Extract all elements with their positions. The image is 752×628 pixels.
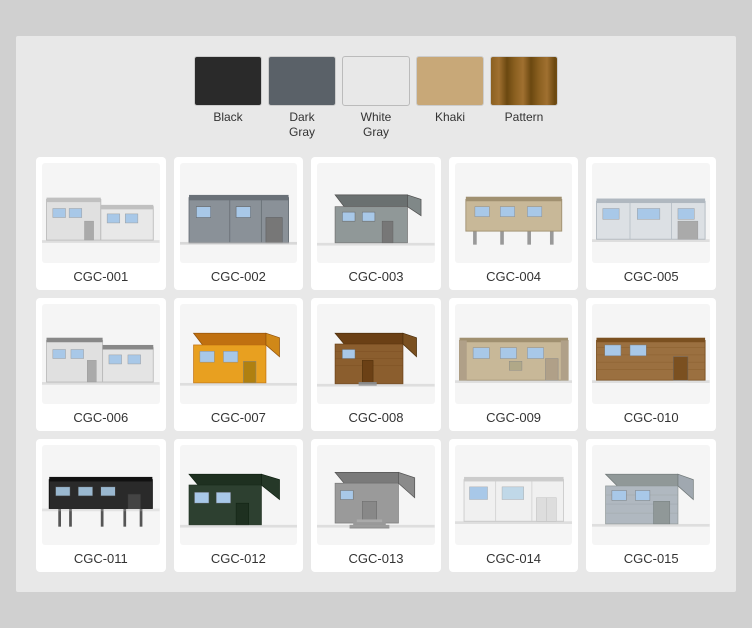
swatch-color-pattern — [490, 56, 558, 106]
product-label-cgc-010: CGC-010 — [624, 410, 679, 425]
product-label-cgc-004: CGC-004 — [486, 269, 541, 284]
product-card-cgc-010[interactable]: CGC-010 — [586, 298, 716, 431]
product-label-cgc-015: CGC-015 — [624, 551, 679, 566]
product-card-cgc-004[interactable]: CGC-004 — [449, 157, 579, 290]
color-swatches: Black DarkGray WhiteGray Khaki Pattern — [36, 56, 716, 139]
product-label-cgc-009: CGC-009 — [486, 410, 541, 425]
product-card-cgc-002[interactable]: CGC-002 — [174, 157, 304, 290]
product-image-cgc-005 — [592, 163, 710, 263]
product-card-cgc-015[interactable]: CGC-015 — [586, 439, 716, 572]
product-image-cgc-003 — [317, 163, 435, 263]
swatch-label-pattern: Pattern — [505, 110, 544, 124]
swatch-color-khaki — [416, 56, 484, 106]
swatch-black[interactable]: Black — [194, 56, 262, 139]
swatch-white-gray[interactable]: WhiteGray — [342, 56, 410, 139]
product-image-cgc-007 — [180, 304, 298, 404]
product-label-cgc-001: CGC-001 — [73, 269, 128, 284]
product-card-cgc-007[interactable]: CGC-007 — [174, 298, 304, 431]
product-card-cgc-009[interactable]: CGC-009 — [449, 298, 579, 431]
product-image-cgc-015 — [592, 445, 710, 545]
swatch-color-black — [194, 56, 262, 106]
product-image-cgc-009 — [455, 304, 573, 404]
main-container: Black DarkGray WhiteGray Khaki Pattern — [16, 36, 736, 592]
product-image-cgc-014 — [455, 445, 573, 545]
product-image-cgc-004 — [455, 163, 573, 263]
swatch-khaki[interactable]: Khaki — [416, 56, 484, 139]
product-image-cgc-012 — [180, 445, 298, 545]
product-label-cgc-007: CGC-007 — [211, 410, 266, 425]
product-label-cgc-008: CGC-008 — [349, 410, 404, 425]
product-image-cgc-001 — [42, 163, 160, 263]
product-image-cgc-006 — [42, 304, 160, 404]
product-label-cgc-005: CGC-005 — [624, 269, 679, 284]
product-label-cgc-014: CGC-014 — [486, 551, 541, 566]
product-image-cgc-008 — [317, 304, 435, 404]
product-label-cgc-012: CGC-012 — [211, 551, 266, 566]
swatch-label-dark-gray: DarkGray — [289, 110, 315, 139]
product-image-cgc-011 — [42, 445, 160, 545]
swatch-color-white-gray — [342, 56, 410, 106]
product-card-cgc-008[interactable]: CGC-008 — [311, 298, 441, 431]
swatch-label-white-gray: WhiteGray — [361, 110, 392, 139]
product-card-cgc-001[interactable]: CGC-001 — [36, 157, 166, 290]
product-card-cgc-011[interactable]: CGC-011 — [36, 439, 166, 572]
product-label-cgc-003: CGC-003 — [349, 269, 404, 284]
product-label-cgc-006: CGC-006 — [73, 410, 128, 425]
product-card-cgc-006[interactable]: CGC-006 — [36, 298, 166, 431]
swatch-label-khaki: Khaki — [435, 110, 465, 124]
swatch-dark-gray[interactable]: DarkGray — [268, 56, 336, 139]
product-card-cgc-005[interactable]: CGC-005 — [586, 157, 716, 290]
product-card-cgc-012[interactable]: CGC-012 — [174, 439, 304, 572]
product-image-cgc-002 — [180, 163, 298, 263]
product-label-cgc-013: CGC-013 — [349, 551, 404, 566]
swatch-pattern[interactable]: Pattern — [490, 56, 558, 139]
product-label-cgc-011: CGC-011 — [74, 551, 128, 566]
swatch-label-black: Black — [213, 110, 242, 124]
swatch-color-dark-gray — [268, 56, 336, 106]
product-label-cgc-002: CGC-002 — [211, 269, 266, 284]
product-image-cgc-013 — [317, 445, 435, 545]
product-card-cgc-003[interactable]: CGC-003 — [311, 157, 441, 290]
product-image-cgc-010 — [592, 304, 710, 404]
product-card-cgc-013[interactable]: CGC-013 — [311, 439, 441, 572]
product-grid: CGC-001 CGC-002 — [36, 157, 716, 572]
product-card-cgc-014[interactable]: CGC-014 — [449, 439, 579, 572]
